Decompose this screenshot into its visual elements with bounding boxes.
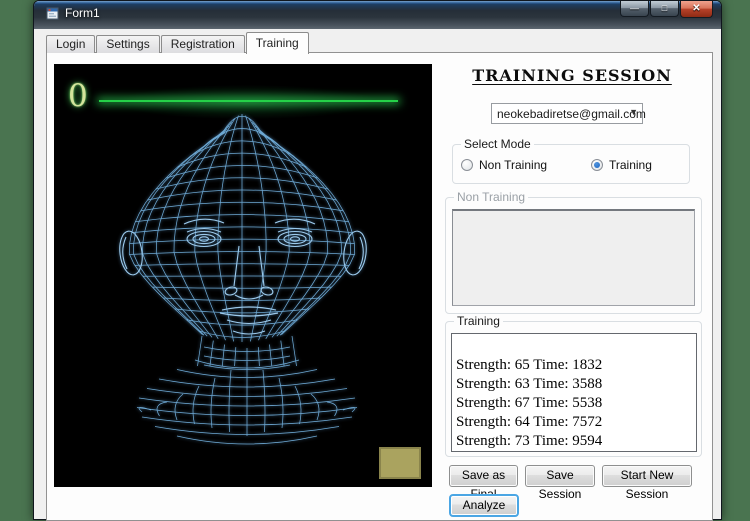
radio-non-training-label: Non Training [479,158,548,172]
chevron-down-icon: ▼ [629,107,638,117]
radio-non-training[interactable]: Non Training [461,158,547,172]
client-area: Login Settings Registration Training 0 T… [40,29,715,521]
form-icon [46,7,59,19]
desktop: { "window": { "title": "Form1" }, "icons… [0,0,750,521]
tab-login[interactable]: Login [46,35,96,53]
training-group: Training Strength: 65 Time: 1832 Strengt… [445,314,702,457]
minimize-button[interactable]: — [620,1,649,17]
training-line: Strength: 73 Time: 9594 [456,433,603,449]
session-title: TRAINING SESSION [472,66,672,85]
visualizer-panel: 0 [54,64,432,487]
training-line: Strength: 63 Time: 3588 [456,376,603,392]
close-button[interactable]: ✕ [680,1,713,18]
radio-training-label: Training [609,158,652,172]
email-value: neokebadiretse@gmail.com [497,107,646,121]
close-icon: ✕ [692,3,701,14]
radio-circle-icon [461,159,473,171]
training-line: Strength: 64 Time: 7572 [456,414,603,430]
radio-training[interactable]: Training [591,158,652,172]
select-mode-label: Select Mode [461,137,534,151]
select-mode-group: Select Mode Non Training Training [452,137,690,184]
window-title: Form1 [65,6,100,20]
analyze-button[interactable]: Analyze [449,494,519,517]
training-line: Strength: 67 Time: 5538 [456,395,603,411]
training-label: Training [454,314,503,328]
radio-circle-icon [591,159,603,171]
training-textarea[interactable]: Strength: 65 Time: 1832 Strength: 63 Tim… [451,333,697,452]
minimize-icon: — [630,3,639,13]
color-swatch [379,447,421,479]
tab-strip: Login Settings Registration Training [46,32,310,54]
maximize-icon: □ [661,3,668,13]
titlebar[interactable]: Form1 — □ ✕ [34,1,721,29]
training-line: Strength: 65 Time: 1832 [456,357,603,373]
non-training-group: Non Training [445,190,702,314]
tab-training[interactable]: Training [245,32,309,54]
non-training-label: Non Training [454,190,529,204]
start-new-session-button[interactable]: Start New Session [602,465,692,501]
tab-settings[interactable]: Settings [96,35,160,53]
tab-registration[interactable]: Registration [160,35,245,53]
save-as-final-button[interactable]: Save as Final [449,465,518,501]
app-window: Form1 — □ ✕ Login Settings Registration … [33,0,722,521]
head-wireframe [119,114,367,445]
maximize-button[interactable]: □ [650,1,679,17]
save-session-button[interactable]: Save Session [525,465,595,501]
non-training-textarea [452,209,695,306]
training-tab-page: 0 TRAINING SESSION neokebadiretse@gmail.… [46,52,713,521]
email-combobox[interactable]: neokebadiretse@gmail.com ▼ [491,103,646,124]
